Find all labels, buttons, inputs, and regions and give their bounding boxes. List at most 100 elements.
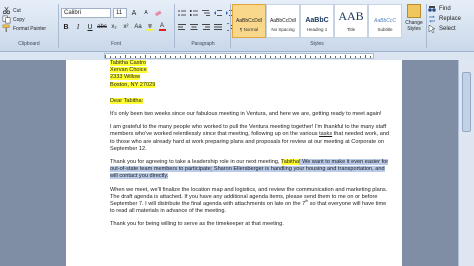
cursor-arrow-icon (428, 25, 436, 33)
paragraph-1: It's only been two weeks since our fabul… (110, 111, 382, 118)
ruler-tick (175, 56, 176, 58)
paragraph-3: Thank you for agreeing to take a leaders… (110, 159, 390, 181)
ruler-tick (315, 56, 316, 58)
align-center-button[interactable] (189, 22, 199, 32)
justify-icon (214, 24, 222, 30)
style-sample: AaBbCcC (374, 18, 396, 24)
grow-font-button[interactable]: A (129, 8, 139, 18)
style-title[interactable]: AAB Title (334, 4, 368, 38)
copy-icon (2, 15, 11, 24)
strikethrough-button[interactable]: abc (97, 22, 107, 32)
replace-label: Replace (439, 16, 462, 22)
paragraph-group-label: Paragraph (191, 41, 215, 47)
vertical-scrollbar[interactable] (458, 60, 474, 266)
style-normal[interactable]: AaBbCcDdI ¶ Normal (232, 4, 266, 38)
ruler-tick (125, 55, 126, 58)
editing-group: Find Replace Select (428, 4, 472, 34)
group-divider (174, 4, 175, 48)
ruler-tick (305, 55, 306, 58)
multilevel-list-button[interactable] (201, 8, 211, 18)
bullet-list-icon (178, 10, 186, 16)
ruler-tick (370, 56, 371, 58)
ribbon: Cut Copy Format Painter Clipboard Calibr… (0, 0, 474, 52)
document-body[interactable]: Tabitha Castro Xervan Choice 2333 Willow… (110, 60, 390, 229)
ruler-tick (275, 56, 276, 58)
tasks-word: tasks (319, 131, 333, 138)
address-line: 2333 Willow (110, 74, 141, 81)
underline-button[interactable]: U (85, 22, 95, 32)
replace-icon (429, 15, 435, 23)
ruler-tick (365, 55, 366, 58)
format-painter-button[interactable]: Format Painter (2, 24, 56, 33)
cut-button[interactable]: Cut (2, 6, 56, 15)
subscript-button[interactable]: x₂ (109, 22, 119, 32)
group-divider (426, 4, 427, 48)
shrink-font-button[interactable]: A (141, 8, 151, 18)
replace-button[interactable]: Replace (428, 14, 472, 24)
bullets-button[interactable] (177, 8, 187, 18)
ruler-tick (120, 56, 121, 58)
find-button[interactable]: Find (428, 4, 472, 14)
copy-button[interactable]: Copy (2, 15, 56, 24)
change-case-button[interactable]: Aa (133, 22, 143, 32)
ruler-tick (150, 56, 151, 58)
align-right-button[interactable] (201, 22, 211, 32)
ruler-tick (225, 55, 226, 58)
ruler-tick (115, 56, 116, 58)
numbering-button[interactable] (189, 8, 199, 18)
group-divider (230, 4, 231, 48)
ruler-tick (280, 56, 281, 58)
italic-button[interactable]: I (73, 22, 83, 32)
font-size-combo[interactable]: 11 (113, 8, 127, 18)
ruler-tick (330, 56, 331, 58)
ruler-tick (335, 56, 336, 58)
ruler-tick (235, 56, 236, 58)
highlight-button[interactable] (145, 22, 155, 32)
style-subtitle[interactable]: AaBbCcC Subtitle (368, 4, 402, 38)
style-sample: AaBbCcDdI (235, 18, 263, 24)
horizontal-ruler[interactable] (0, 52, 474, 60)
align-left-button[interactable] (177, 22, 187, 32)
font-row-1: Calibri 11 A A (61, 8, 163, 19)
ruler-tick (205, 55, 206, 58)
merge-field-name: Tabitha (280, 159, 299, 166)
ruler-tick (160, 56, 161, 58)
highlighter-icon (146, 24, 154, 31)
decrease-indent-button[interactable] (213, 8, 223, 18)
align-right-icon (202, 24, 210, 30)
superscript-button[interactable]: x² (121, 22, 131, 32)
style-no-spacing[interactable]: AaBbCcDdI No Spacing (266, 4, 300, 38)
word-window: Cut Copy Format Painter Clipboard Calibr… (0, 0, 474, 266)
scrollbar-thumb[interactable] (462, 72, 471, 132)
ruler-tick (350, 56, 351, 58)
ruler-tick (190, 56, 191, 58)
style-sample: AaBbCcDdI (269, 18, 297, 24)
styles-gallery: AaBbCcDdI ¶ Normal AaBbCcDdI No Spacing … (232, 4, 402, 38)
select-button[interactable]: Select (428, 24, 472, 34)
ruler-tick (325, 55, 326, 58)
font-color-button[interactable]: A (157, 22, 167, 32)
format-painter-label: Format Painter (13, 25, 47, 32)
style-name: Title (346, 27, 356, 32)
style-name: Subtitle (377, 27, 393, 32)
document-page[interactable]: Tabitha Castro Xervan Choice 2333 Willow… (66, 60, 402, 266)
ruler-tick (145, 55, 146, 58)
bold-button[interactable]: B (61, 22, 71, 32)
justify-button[interactable] (213, 22, 223, 32)
font-name-combo[interactable]: Calibri (61, 8, 111, 18)
ruler-tick (210, 56, 211, 58)
ruler-tick (130, 56, 131, 58)
ruler-tick (215, 56, 216, 58)
clipboard-group: Cut Copy Format Painter (2, 6, 56, 33)
paragraph-2: I am grateful to the many people who wor… (110, 124, 390, 153)
change-styles-button[interactable]: Change Styles (404, 4, 424, 40)
style-heading-1[interactable]: AaBbC Heading 1 (300, 4, 334, 38)
ruler-tick (170, 56, 171, 58)
ruler-tick (265, 55, 266, 58)
style-sample: AaBbC (305, 17, 329, 24)
multilevel-list-icon (202, 10, 210, 16)
clear-format-button[interactable] (153, 8, 163, 18)
copy-label: Copy (13, 16, 25, 23)
address-line: Tabitha Castro (110, 60, 147, 66)
ruler-tick (260, 56, 261, 58)
